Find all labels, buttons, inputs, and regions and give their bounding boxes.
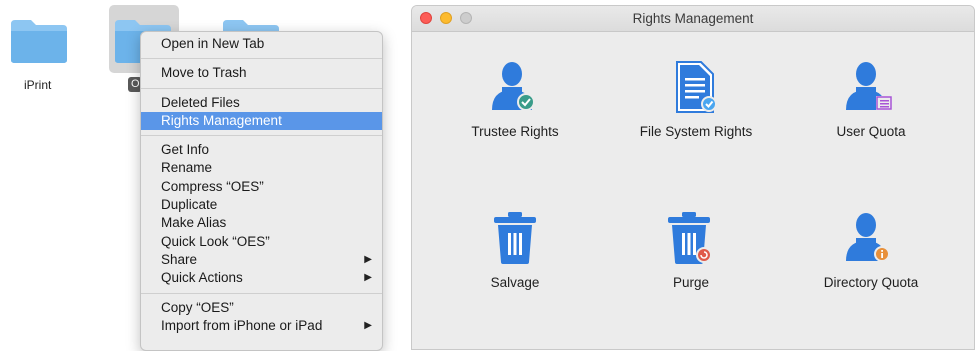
menu-item-open-in-new-tab[interactable]: Open in New Tab <box>141 35 382 53</box>
menu-item-compress[interactable]: Compress “OES” <box>141 178 382 196</box>
menu-item-share-label: Share <box>161 251 198 267</box>
tile-directory-quota[interactable]: Directory Quota <box>786 211 956 290</box>
window-titlebar: Rights Management <box>412 6 974 32</box>
menu-item-quick-actions-label: Quick Actions <box>161 270 243 286</box>
rights-management-window: Rights Management Trustee Rights File Sy… <box>411 5 975 350</box>
tile-label: Salvage <box>490 275 540 290</box>
menu-separator <box>141 58 382 60</box>
folder-icon[interactable] <box>9 16 69 64</box>
menu-item-rights-management[interactable]: Rights Management <box>141 111 382 131</box>
menu-item-import-from-iphone[interactable]: Import from iPhone or iPad ▶ <box>141 317 382 335</box>
menu-item-quick-look[interactable]: Quick Look “OES” <box>141 233 382 251</box>
tile-salvage[interactable]: Salvage <box>430 211 600 290</box>
tile-label: Purge <box>672 275 710 290</box>
document-check-icon <box>676 61 717 113</box>
tile-label: File System Rights <box>639 124 753 139</box>
menu-item-get-info[interactable]: Get Info <box>141 141 382 159</box>
menu-item-quick-actions[interactable]: Quick Actions ▶ <box>141 269 382 287</box>
menu-item-copy[interactable]: Copy “OES” <box>141 299 382 317</box>
user-info-icon <box>846 213 890 262</box>
submenu-arrow-icon: ▶ <box>364 253 372 265</box>
menu-item-share[interactable]: Share ▶ <box>141 251 382 269</box>
user-check-icon <box>492 62 535 111</box>
menu-item-move-to-trash[interactable]: Move to Trash <box>141 64 382 82</box>
submenu-arrow-icon: ▶ <box>364 272 372 284</box>
tile-user-quota[interactable]: User Quota <box>786 60 956 139</box>
trash-purge-icon <box>668 212 712 264</box>
tile-file-system-rights[interactable]: File System Rights <box>611 60 781 139</box>
submenu-arrow-icon: ▶ <box>364 319 372 331</box>
menu-item-duplicate[interactable]: Duplicate <box>141 196 382 214</box>
tile-purge[interactable]: Purge <box>606 211 776 290</box>
window-title: Rights Management <box>632 11 754 26</box>
menu-item-make-alias[interactable]: Make Alias <box>141 214 382 232</box>
menu-item-deleted-files[interactable]: Deleted Files <box>141 94 382 112</box>
folder-label: iPrint <box>24 78 52 92</box>
menu-item-import-label: Import from iPhone or iPad <box>161 317 323 333</box>
menu-separator <box>141 87 382 89</box>
menu-separator <box>141 292 382 294</box>
tile-label: Directory Quota <box>823 275 919 290</box>
context-menu: Open in New Tab Move to Trash Deleted Fi… <box>140 31 383 351</box>
tile-label: Trustee Rights <box>471 124 559 139</box>
tile-trustee-rights[interactable]: Trustee Rights <box>430 60 600 139</box>
tile-label: User Quota <box>836 124 906 139</box>
menu-item-rename[interactable]: Rename <box>141 159 382 177</box>
finder-desktop: iPrint O Open in New Tab Move to Trash D… <box>0 0 410 351</box>
trash-icon <box>494 212 536 264</box>
user-list-icon <box>846 62 892 110</box>
menu-separator <box>141 135 382 137</box>
